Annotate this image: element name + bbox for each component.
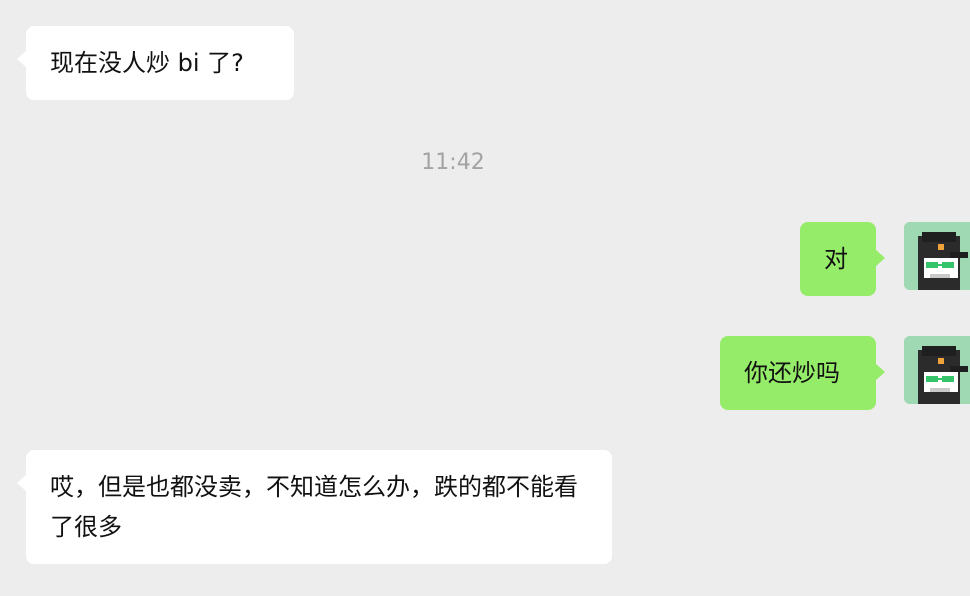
pixel-penguin-cap-avatar-icon bbox=[904, 222, 970, 290]
outgoing-message[interactable]: 你还炒吗 bbox=[720, 336, 885, 410]
timestamp: 11:42 bbox=[421, 150, 485, 175]
message-text: 现在没人炒 bi 了? bbox=[50, 49, 244, 77]
bubble-tail bbox=[17, 474, 27, 492]
message-text: 对 bbox=[824, 245, 848, 273]
avatar[interactable] bbox=[904, 336, 970, 404]
message-text: 哎，但是也都没卖，不知道怎么办，跌的都不能看了很多 bbox=[50, 473, 578, 541]
chat-window: 现在没人炒 bi 了? 11:42 对 你还炒吗 哎，但是也都没卖，不知道怎么办… bbox=[0, 0, 970, 596]
pixel-penguin-cap-avatar-icon bbox=[904, 336, 970, 404]
outgoing-message[interactable]: 对 bbox=[800, 222, 885, 296]
bubble-tail bbox=[875, 363, 885, 381]
message-text: 你还炒吗 bbox=[744, 359, 840, 387]
avatar[interactable] bbox=[904, 222, 970, 290]
incoming-message[interactable]: 现在没人炒 bi 了? bbox=[17, 26, 294, 100]
bubble-tail bbox=[17, 50, 27, 68]
incoming-message[interactable]: 哎，但是也都没卖，不知道怎么办，跌的都不能看了很多 bbox=[17, 450, 612, 564]
bubble-tail bbox=[875, 249, 885, 267]
